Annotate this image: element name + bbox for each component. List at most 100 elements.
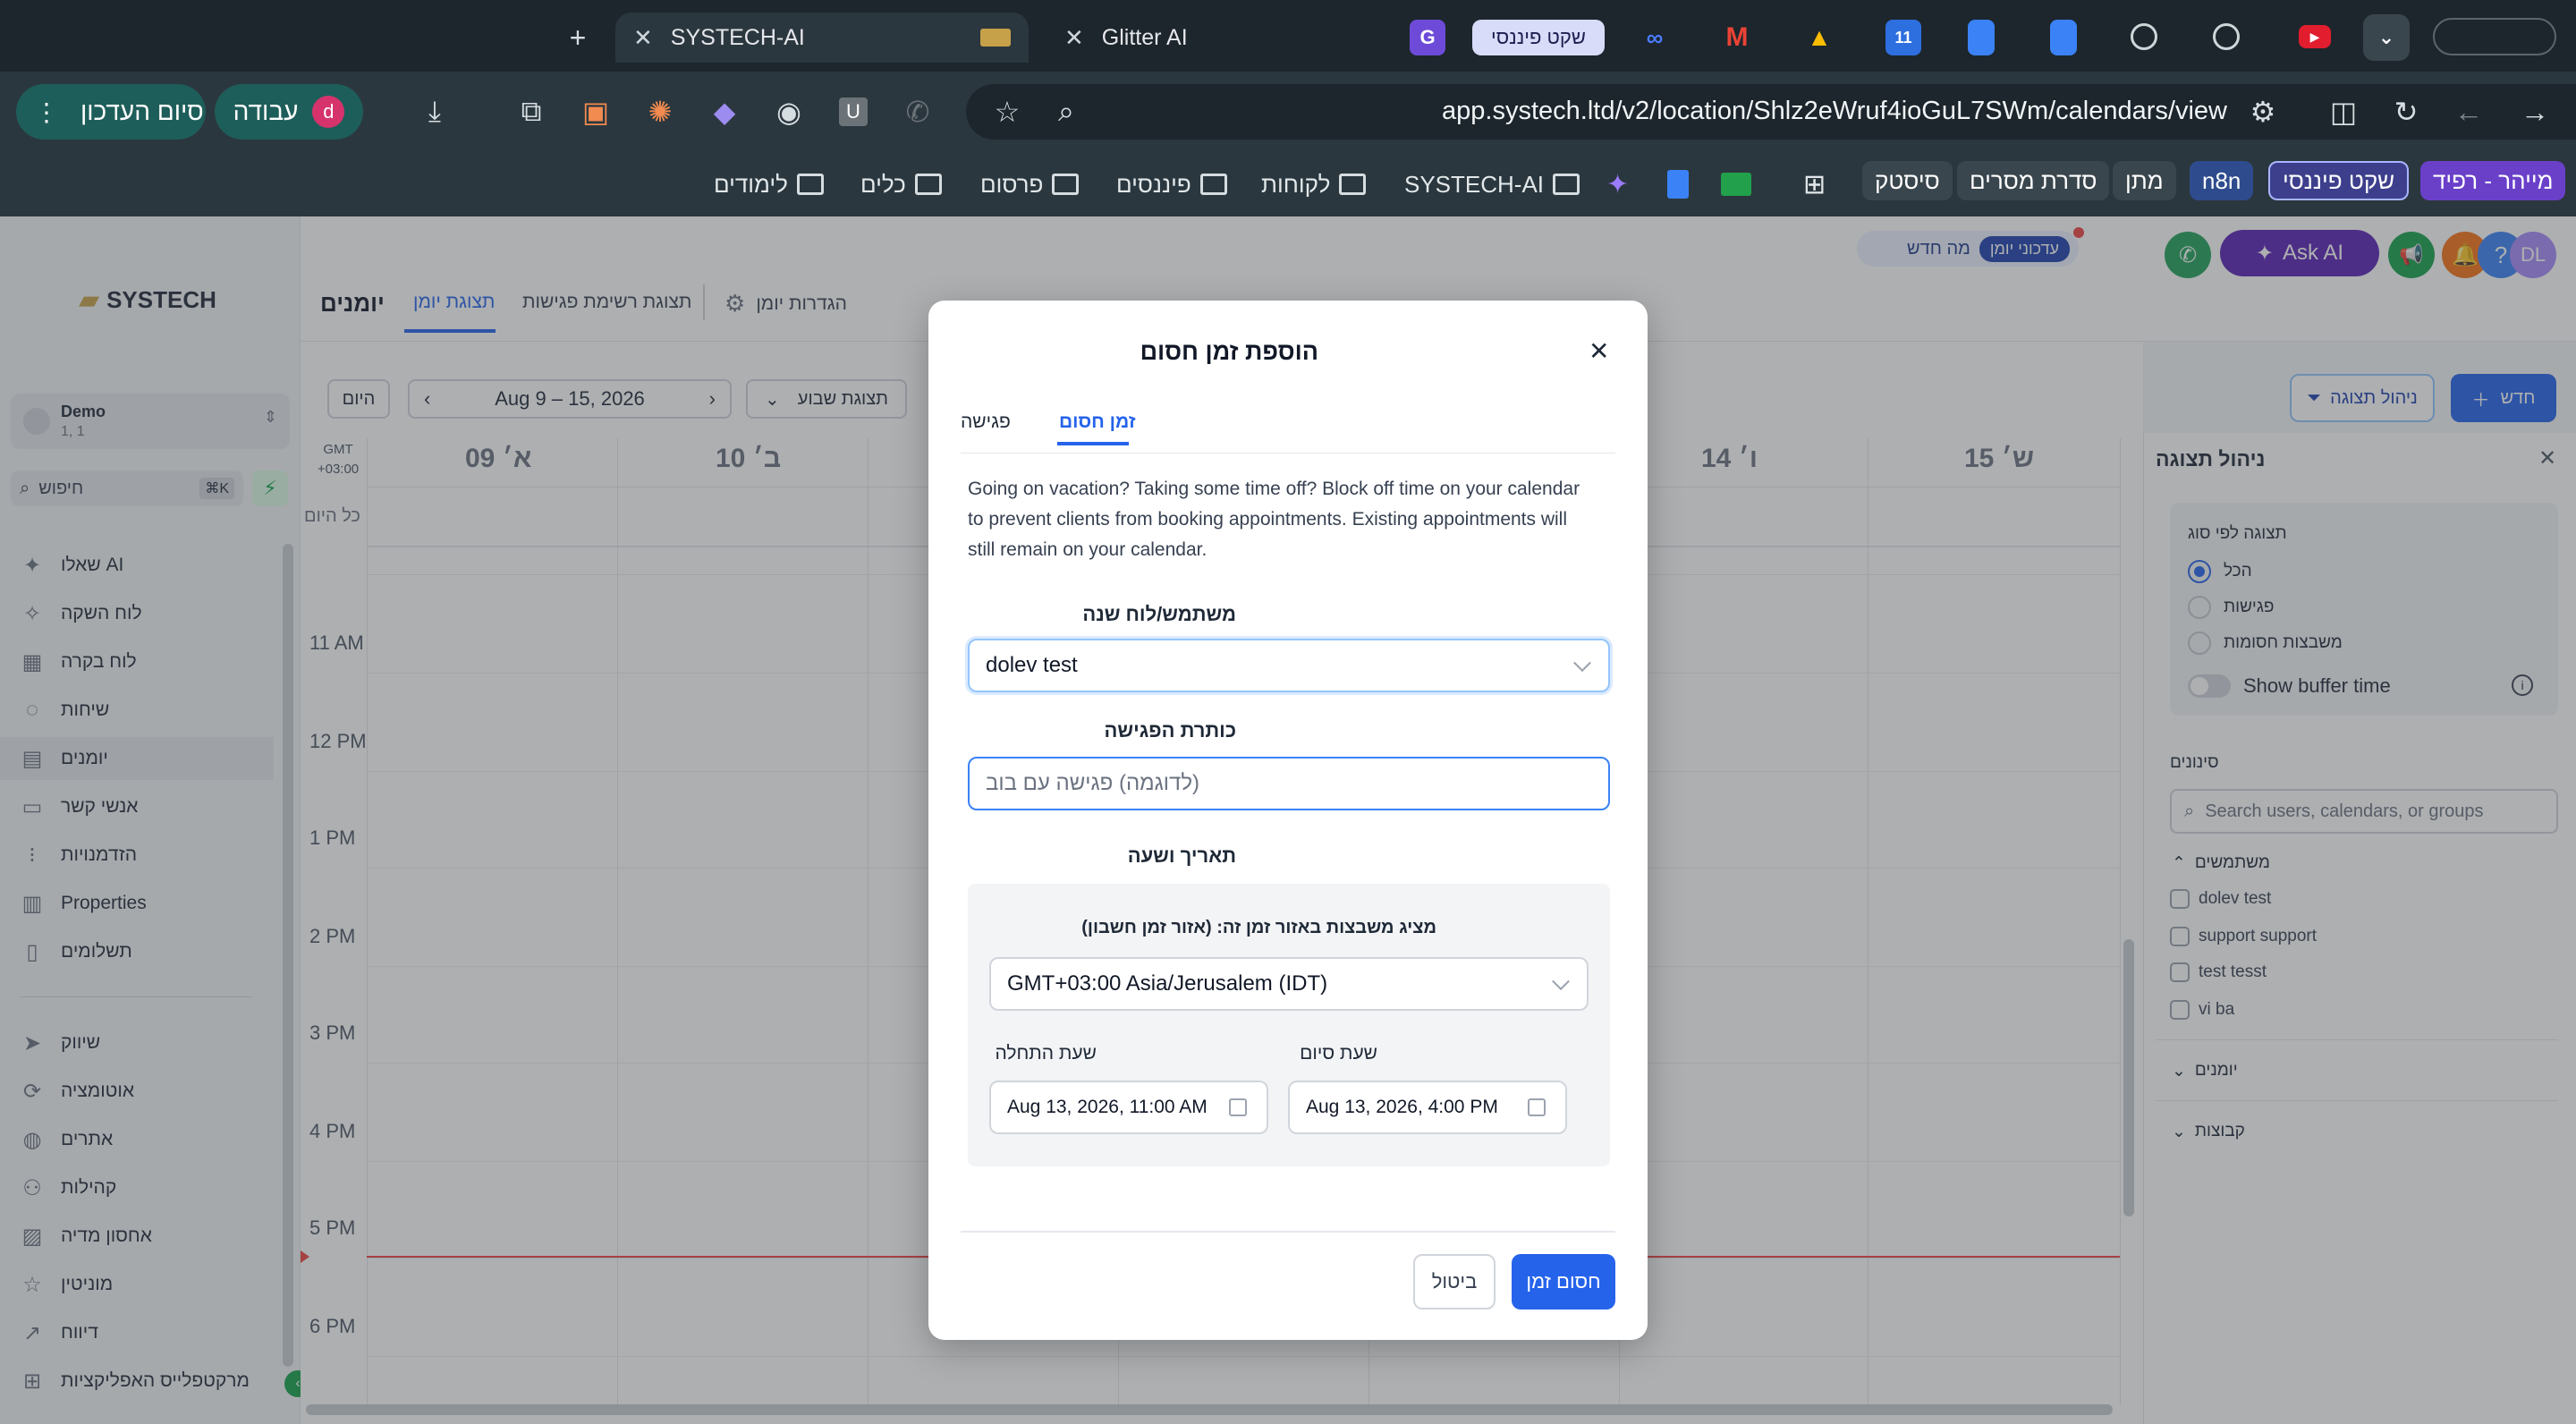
bookmark-folder[interactable]: פיננסים	[1116, 165, 1227, 204]
bookmark-folder[interactable]: לקוחות	[1261, 165, 1367, 204]
zoom-search-icon[interactable]: ⌕	[1046, 92, 1086, 131]
url-text[interactable]: app.systech.ltd/v2/location/Shlz2eWruf4i…	[1109, 97, 2227, 126]
timezone-value: GMT+03:00 Asia/Jerusalem (IDT)	[1007, 971, 1328, 996]
start-time-value: Aug 13, 2026, 11:00 AM	[1007, 1097, 1208, 1117]
end-time-value: Aug 13, 2026, 4:00 PM	[1306, 1097, 1498, 1117]
bookmark-label: SYSTECH-AI	[1404, 170, 1545, 198]
extensions-icon[interactable]: ⧉	[512, 92, 551, 131]
bookmark-message-series[interactable]: סדרת מסרים	[1957, 161, 2110, 200]
block-time-button[interactable]: חסום זמן	[1512, 1254, 1615, 1310]
globe-icon[interactable]	[2213, 23, 2240, 50]
bookmark-n8n[interactable]: n8n	[2190, 161, 2254, 200]
end-time-input[interactable]: Aug 13, 2026, 4:00 PM	[1288, 1081, 1567, 1134]
site-settings-icon[interactable]: ⚙	[2243, 92, 2283, 131]
end-time-label: שעת סיום	[1288, 1043, 1377, 1064]
modal-title: הוספת זמן חסום	[961, 338, 1318, 366]
cancel-button[interactable]: ביטול	[1413, 1254, 1496, 1310]
download-icon[interactable]: ⤓	[415, 92, 454, 131]
back-icon[interactable]: →	[2515, 92, 2555, 131]
start-time-label: שעת התחלה	[989, 1043, 1097, 1064]
bookmark-matan[interactable]: מתן	[2113, 161, 2176, 200]
bookmark-systech[interactable]: סיסטק	[1862, 161, 1953, 200]
globe-icon[interactable]	[2131, 23, 2157, 50]
footer-divider	[961, 1231, 1615, 1233]
start-time-input[interactable]: Aug 13, 2026, 11:00 AM	[989, 1081, 1268, 1134]
bookmark-financial-calm[interactable]: שקט פיננסי	[2268, 161, 2410, 200]
label-text: כותרת הפגישה	[1104, 719, 1237, 742]
drive-icon[interactable]: ▲	[1801, 20, 1837, 55]
bookmark-folder[interactable]: SYSTECH-AI	[1404, 165, 1580, 204]
bookmark-label: לימודים	[714, 170, 788, 198]
finish-update-label: סיום העדכון	[80, 97, 204, 125]
timezone-note: מציג משבצות באזור זמן זה: (אזור זמן חשבו…	[989, 918, 1436, 938]
label-text: מציג משבצות באזור זמן זה: (אזור זמן חשבו…	[1081, 918, 1436, 937]
block-time-modal: הוספת זמן חסום ✕ פגישה זמן חסום Going on…	[928, 301, 1648, 1340]
tab-blocked-time[interactable]: זמן חסום	[1059, 411, 1136, 433]
meeting-title-placeholder: (לדוגמה) פגישה עם בוב	[986, 771, 1200, 795]
timezone-select[interactable]: GMT+03:00 Asia/Jerusalem (IDT)	[989, 957, 1589, 1011]
extension-u-icon[interactable]: U	[839, 97, 868, 126]
extension-ring-icon[interactable]: ◉	[769, 92, 809, 131]
split-view-icon[interactable]: ◫	[2324, 92, 2363, 131]
docs-icon[interactable]	[1667, 170, 1689, 199]
bookmark-rapid[interactable]: מייהר - רפיד	[2420, 161, 2566, 200]
modal-title-text: הוספת זמן חסום	[1140, 338, 1318, 365]
tab-systech[interactable]: ✕ SYSTECH-AI	[615, 13, 1029, 63]
more-vertical-icon: ⋮	[34, 97, 59, 126]
google-calendar-icon[interactable]: 11	[1885, 20, 1921, 55]
bookmark-star-icon[interactable]: ☆	[987, 92, 1027, 131]
browser-tab-bar: + ✕ SYSTECH-AI ✕ Glitter AI G שקט פיננסי…	[0, 0, 2576, 72]
folder-icon	[914, 174, 942, 195]
phone-ext-icon[interactable]: ✆	[898, 92, 937, 131]
folder-icon	[1339, 174, 1367, 195]
folder-icon	[1553, 174, 1580, 195]
meeting-title-input[interactable]: (לדוגמה) פגישה עם בוב	[968, 757, 1610, 810]
sheets-icon[interactable]	[1721, 173, 1751, 196]
profile-window-icon[interactable]	[2433, 18, 2556, 55]
bookmark-folder[interactable]: לימודים	[714, 165, 824, 204]
folder-icon	[1199, 174, 1227, 195]
modal-description: Going on vacation? Taking some time off?…	[968, 479, 1580, 560]
forward-icon[interactable]: ←	[2449, 92, 2488, 131]
apps-grid-icon[interactable]: ⊞	[1803, 165, 1826, 204]
tab-list-chevron-icon[interactable]: ⌄	[2363, 14, 2410, 61]
tab-glitter[interactable]: ✕ Glitter AI	[1046, 13, 1368, 63]
meta-icon[interactable]: ∞	[1637, 20, 1673, 55]
reload-icon[interactable]: ↻	[2386, 92, 2426, 131]
new-tab-button[interactable]: +	[558, 18, 597, 57]
chevron-down-icon	[1552, 972, 1570, 991]
folder-icon	[796, 174, 824, 195]
bookmark-folder[interactable]: פרסום	[980, 165, 1080, 204]
tab-appointment[interactable]: פגישה	[961, 411, 1011, 433]
docs-icon[interactable]	[2050, 20, 2077, 55]
close-tab-icon[interactable]: ✕	[633, 24, 653, 52]
docs-icon[interactable]	[1968, 20, 1995, 55]
pinned-g-icon[interactable]: G	[1410, 20, 1445, 55]
bookmark-label: פיננסים	[1116, 170, 1191, 198]
folder-icon	[1052, 174, 1080, 195]
user-field-label: משתמש/לוח שנה	[968, 603, 1236, 626]
label-text: משתמש/לוח שנה	[1082, 603, 1236, 625]
finish-update-button[interactable]: ⋮ סיום העדכון	[16, 84, 206, 140]
bookmark-folder[interactable]: כלים	[860, 165, 942, 204]
pinned-tab-badge[interactable]: שקט פיננסי	[1472, 20, 1605, 55]
extension-gem-icon[interactable]: ◆	[705, 92, 744, 131]
profile-avatar: d	[312, 96, 345, 128]
work-profile-label: עבודה	[233, 97, 299, 125]
datetime-label: תאריך ושעה	[968, 844, 1236, 868]
favicon-icon	[980, 29, 1011, 47]
tab-title: Glitter AI	[1101, 24, 1188, 50]
gemini-icon[interactable]: ✦	[1606, 165, 1629, 204]
work-profile-button[interactable]: עבודה d	[215, 84, 363, 140]
extension-tag-icon[interactable]: ▣	[576, 92, 615, 131]
user-select[interactable]: dolev test	[968, 639, 1610, 692]
gmail-icon[interactable]: M	[1719, 20, 1755, 55]
bookmark-label: כלים	[860, 170, 906, 198]
close-modal-icon[interactable]: ✕	[1589, 336, 1609, 366]
close-tab-icon[interactable]: ✕	[1064, 24, 1084, 52]
youtube-icon[interactable]: ▶	[2299, 25, 2331, 48]
bookmark-label: פרסום	[980, 170, 1044, 198]
extension-sun-icon[interactable]: ✺	[640, 92, 680, 131]
tab-title: SYSTECH-AI	[670, 24, 805, 50]
plus-icon: +	[569, 21, 587, 54]
